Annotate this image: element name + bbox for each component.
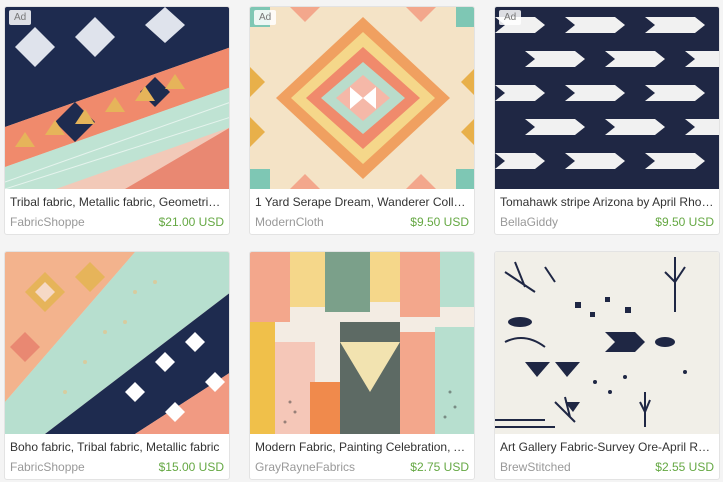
listing-title[interactable]: Art Gallery Fabric-Survey Ore-April Rhod… [500,440,714,454]
listing-card[interactable]: Ad Tomahawk stripe Arizona by April Rhod… [494,6,720,235]
listing-image[interactable] [495,252,719,434]
listing-image[interactable] [250,252,474,434]
listing-price: $9.50 USD [410,215,469,229]
navy-sketch-print-image [495,252,719,434]
shop-name[interactable]: ModernCloth [255,215,324,229]
ad-badge: Ad [9,10,32,25]
ad-badge: Ad [499,10,522,25]
listing-title[interactable]: Boho fabric, Tribal fabric, Metallic fab… [10,440,224,454]
listing-price: $9.50 USD [655,215,714,229]
shop-name[interactable]: FabricShoppe [10,460,85,474]
listing-image[interactable]: Ad [495,7,719,189]
shop-name[interactable]: FabricShoppe [10,215,85,229]
listing-card[interactable]: Boho fabric, Tribal fabric, Metallic fab… [4,251,230,480]
listing-card[interactable]: Art Gallery Fabric-Survey Ore-April Rhod… [494,251,720,480]
shop-name[interactable]: BellaGiddy [500,215,558,229]
listing-card[interactable]: Ad Tribal fabric, Metallic fabric, Geome… [4,6,230,235]
listing-image[interactable]: Ad [5,7,229,189]
shop-name[interactable]: GrayRayneFabrics [255,460,355,474]
listing-price: $2.75 USD [410,460,469,474]
listing-price: $2.55 USD [655,460,714,474]
boho-fabric-bolts-image [5,252,229,434]
shop-name[interactable]: BrewStitched [500,460,571,474]
listing-price: $21.00 USD [158,215,224,229]
listing-image[interactable]: Ad [250,7,474,189]
listing-title[interactable]: Tomahawk stripe Arizona by April Rhodes [500,195,714,209]
painted-abstract-fabric-image [250,252,474,434]
listing-title[interactable]: Tribal fabric, Metallic fabric, Geometri… [10,195,224,209]
tribal-metallic-fabric-image [5,7,229,189]
serape-kilim-pattern-image [250,7,474,189]
listing-title[interactable]: 1 Yard Serape Dream, Wanderer Collection [255,195,469,209]
listing-card[interactable]: Ad 1 Yard Serape Dream, Wanderer Collect… [249,6,475,235]
listing-card[interactable]: Modern Fabric, Painting Celebration, Art… [249,251,475,480]
listing-image[interactable] [5,252,229,434]
navy-arrow-stripe-image [495,7,719,189]
listing-title[interactable]: Modern Fabric, Painting Celebration, Art… [255,440,469,454]
listing-price: $15.00 USD [158,460,224,474]
ad-badge: Ad [254,10,277,25]
